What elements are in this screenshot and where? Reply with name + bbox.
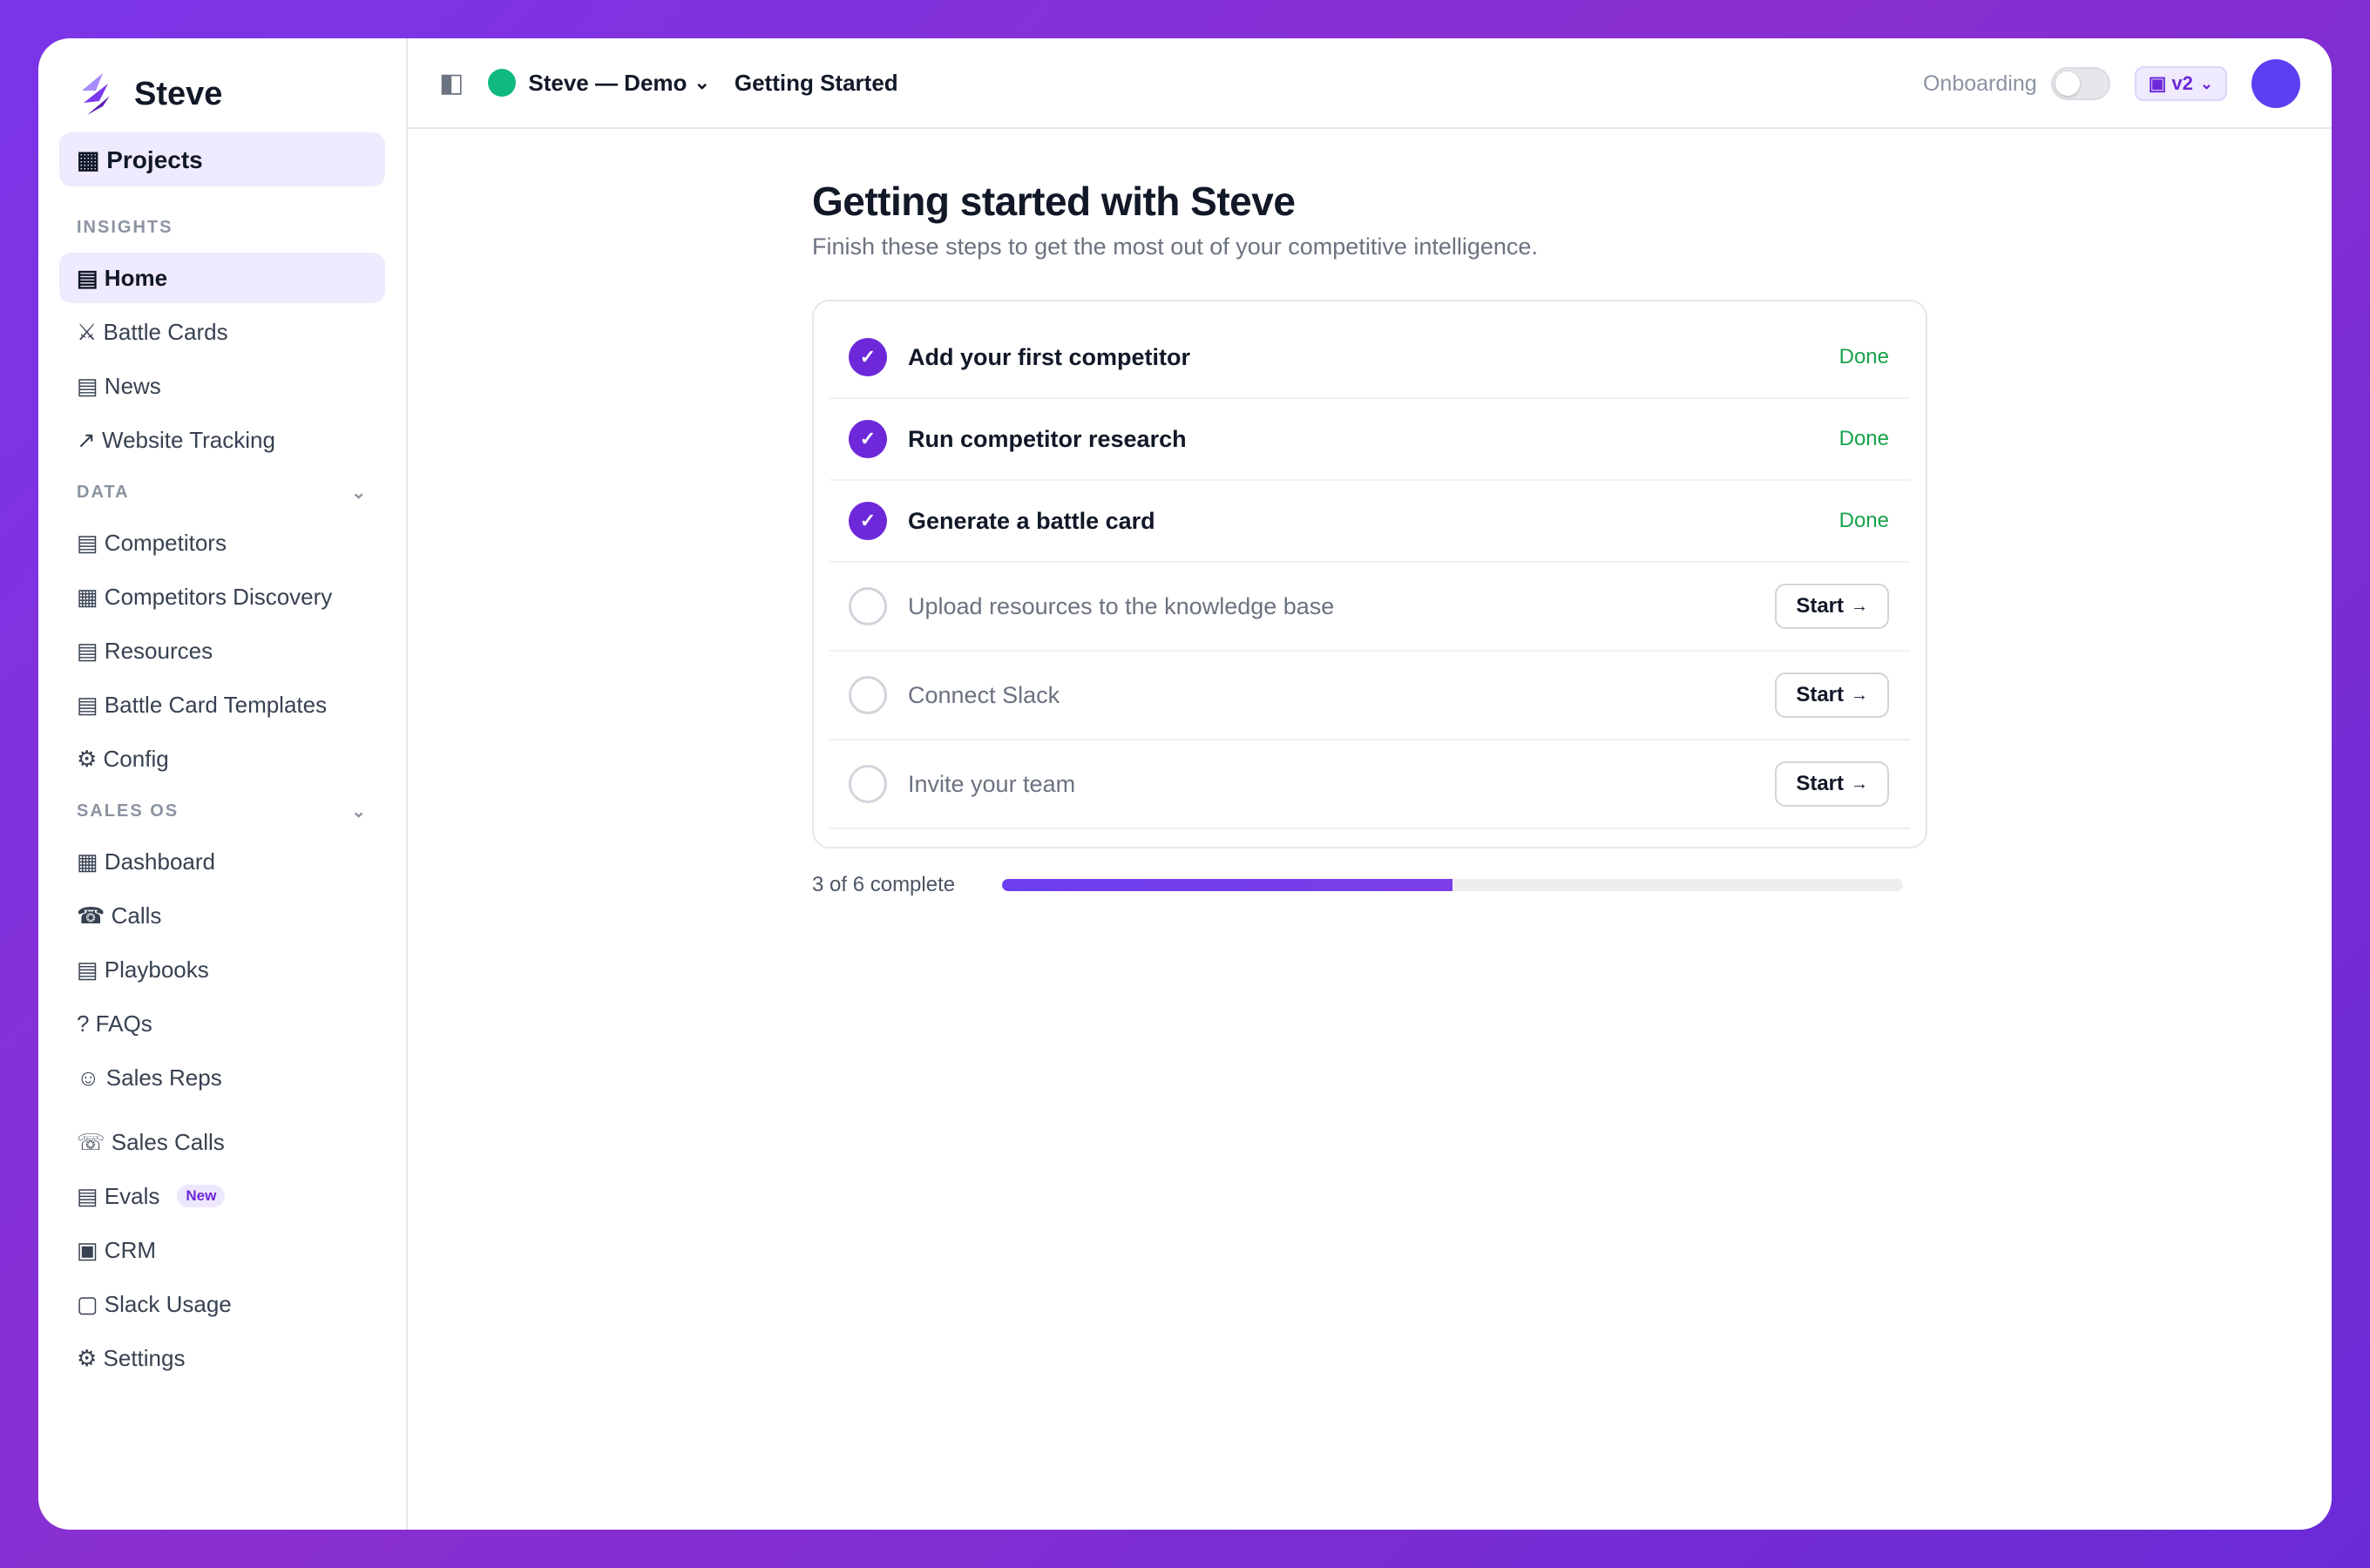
- sidebar-item-evals[interactable]: ▤ Evals New: [59, 1171, 385, 1221]
- version-label: v2: [2171, 72, 2193, 94]
- empty-circle-icon: [849, 765, 887, 803]
- progress-row: 3 of 6 complete: [812, 873, 1927, 897]
- brand-name: Steve: [134, 75, 223, 112]
- page-subtitle: Finish these steps to get the most out o…: [812, 233, 1538, 260]
- sidebar-item-competitors-discovery[interactable]: ▦ Competitors Discovery: [59, 571, 385, 622]
- sidebar: Steve ▦ Projects INSIGHTS ▤ Home ⚔ Battl…: [38, 38, 408, 1530]
- done-status: Done: [1838, 427, 1889, 450]
- steps-card: ✓ Add your first competitor Done ✓ Run c…: [812, 300, 1927, 848]
- chevron-down-icon: ⌄: [694, 71, 710, 93]
- step-label: Add your first competitor: [908, 343, 1191, 370]
- sidebar-item-crm[interactable]: ▣ CRM: [59, 1225, 385, 1275]
- user-avatar[interactable]: [2252, 59, 2300, 108]
- progress-fill: [1002, 879, 1452, 891]
- sidebar-item-battle-card-templates[interactable]: ▤ Battle Card Templates: [59, 679, 385, 730]
- sidebar-item-calls[interactable]: ☎ Calls: [59, 890, 385, 941]
- done-status: Done: [1838, 345, 1889, 368]
- onboarding-toggle[interactable]: [2050, 67, 2110, 100]
- chevron-down-icon[interactable]: ⌄: [351, 482, 366, 504]
- sidebar-item-sales-calls[interactable]: ☏ Sales Calls: [59, 1117, 385, 1167]
- step-label: Connect Slack: [908, 681, 1060, 708]
- done-status: Done: [1838, 509, 1889, 532]
- toggle-knob: [2055, 71, 2080, 96]
- section-title: DATA: [77, 482, 130, 502]
- checkmark-icon: ✓: [849, 338, 887, 376]
- section-title: SALES OS: [77, 801, 179, 821]
- new-badge: New: [177, 1185, 226, 1207]
- step-row: Upload resources to the knowledge base S…: [830, 563, 1910, 652]
- arrow-right-icon: →: [1851, 774, 1868, 794]
- sidebar-item-sales-reps[interactable]: ☺ Sales Reps: [59, 1052, 385, 1103]
- topbar-actions: Onboarding ▣ v2 ⌄: [1923, 38, 2300, 129]
- step-label: Upload resources to the knowledge base: [908, 592, 1335, 619]
- sidebar-item-battle-cards[interactable]: ⚔ Battle Cards: [59, 307, 385, 357]
- section-label-data[interactable]: DATA ⌄: [59, 479, 385, 505]
- sidebar-toggle-icon[interactable]: ◧: [439, 68, 464, 98]
- start-connect-slack-button[interactable]: Start →: [1775, 672, 1889, 718]
- breadcrumb-page: Getting Started: [734, 69, 898, 96]
- main-area: ◧ Steve — Demo ⌄ Getting Started Onboard…: [408, 38, 2332, 1530]
- checkmark-icon: ✓: [849, 420, 887, 458]
- sidebar-item-news[interactable]: ▤ News: [59, 361, 385, 411]
- button-label: Start: [1796, 683, 1844, 706]
- sidebar-item-home[interactable]: ▤ Home: [59, 253, 385, 303]
- chevron-down-icon[interactable]: ⌄: [351, 801, 366, 822]
- sidebar-item-resources[interactable]: ▤ Resources: [59, 625, 385, 676]
- onboarding-label: Onboarding: [1922, 71, 2037, 96]
- app-window: Steve ▦ Projects INSIGHTS ▤ Home ⚔ Battl…: [38, 38, 2332, 1530]
- project-name: Steve — Demo: [528, 69, 687, 96]
- step-row[interactable]: ✓ Add your first competitor Done: [830, 317, 1910, 399]
- sidebar-item-slack-usage[interactable]: ▢ Slack Usage: [59, 1279, 385, 1329]
- brand[interactable]: Steve: [59, 64, 385, 124]
- page-title: Getting started with Steve: [812, 179, 1296, 224]
- button-label: Start: [1796, 772, 1844, 795]
- project-switcher[interactable]: Steve — Demo ⌄: [488, 69, 735, 97]
- section-title: INSIGHTS: [77, 217, 173, 237]
- step-label: Invite your team: [908, 770, 1076, 797]
- step-row: Connect Slack Start →: [830, 652, 1910, 740]
- section-label-insights: INSIGHTS: [59, 214, 385, 240]
- step-row[interactable]: ✓ Generate a battle card Done: [830, 481, 1910, 563]
- sidebar-item-projects[interactable]: ▦ Projects: [59, 132, 385, 186]
- arrow-right-icon: →: [1851, 596, 1868, 616]
- section-label-sales-os[interactable]: SALES OS ⌄: [59, 798, 385, 824]
- getting-started-content: Getting started with Steve Finish these …: [812, 178, 1927, 897]
- step-row[interactable]: ✓ Run competitor research Done: [830, 399, 1910, 481]
- sidebar-item-competitors[interactable]: ▤ Competitors: [59, 517, 385, 568]
- start-upload-resources-button[interactable]: Start →: [1775, 584, 1889, 629]
- step-label: Run competitor research: [908, 425, 1187, 452]
- version-icon: ▣: [2148, 72, 2167, 94]
- sidebar-item-website-tracking[interactable]: ↗ Website Tracking: [59, 415, 385, 465]
- start-invite-team-button[interactable]: Start →: [1775, 761, 1889, 807]
- sidebar-item-settings[interactable]: ⚙ Settings: [59, 1333, 385, 1383]
- step-label: Generate a battle card: [908, 507, 1155, 534]
- progress-bar: [1002, 879, 1903, 891]
- progress-text: 3 of 6 complete: [812, 873, 956, 896]
- steve-logo-icon: [82, 73, 110, 115]
- sidebar-item-dashboard[interactable]: ▦ Dashboard: [59, 836, 385, 887]
- version-selector[interactable]: ▣ v2 ⌄: [2134, 66, 2227, 101]
- topbar: ◧ Steve — Demo ⌄ Getting Started Onboard…: [408, 38, 2332, 129]
- empty-circle-icon: [849, 587, 887, 625]
- sidebar-item-config[interactable]: ⚙ Config: [59, 733, 385, 784]
- button-label: Start: [1796, 594, 1844, 618]
- sidebar-item-faqs[interactable]: ? FAQs: [59, 998, 385, 1049]
- checkmark-icon: ✓: [849, 502, 887, 540]
- sidebar-item-label: ▤ Evals: [77, 1182, 160, 1209]
- chevron-down-icon: ⌄: [2199, 74, 2213, 92]
- step-row: Invite your team Start →: [830, 740, 1910, 829]
- arrow-right-icon: →: [1851, 685, 1868, 705]
- sidebar-item-playbooks[interactable]: ▤ Playbooks: [59, 944, 385, 995]
- project-status-dot: [488, 69, 517, 97]
- empty-circle-icon: [849, 676, 887, 714]
